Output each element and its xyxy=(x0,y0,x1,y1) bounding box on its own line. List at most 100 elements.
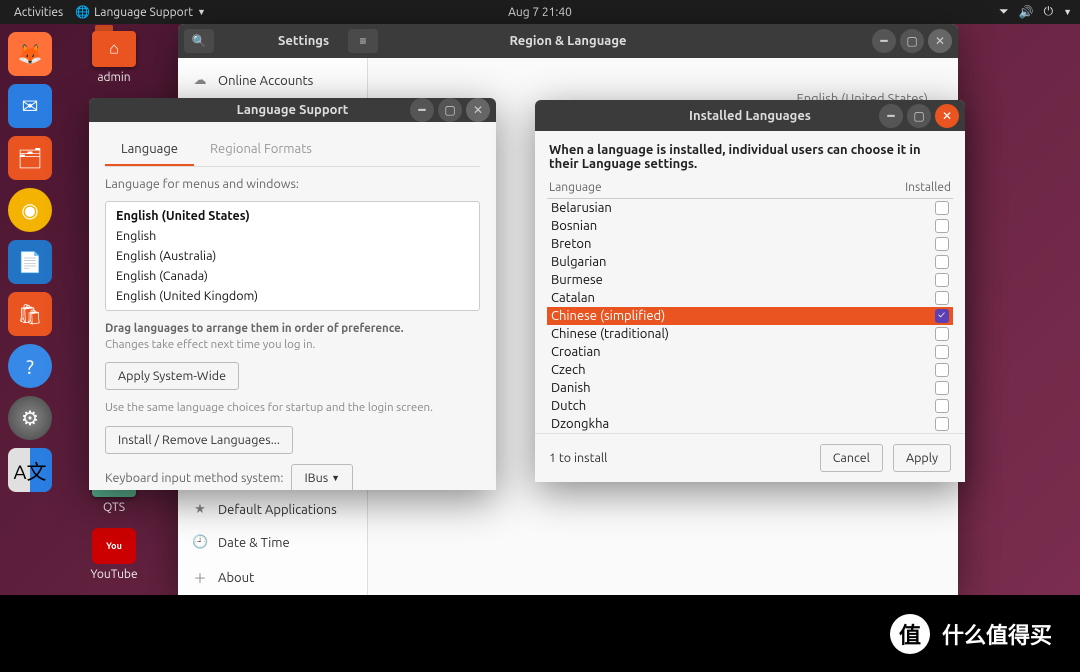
app-indicator[interactable]: 🌐 Language Support ▼ xyxy=(69,5,212,19)
thunderbird-icon[interactable]: ✉ xyxy=(8,84,52,128)
ime-select[interactable]: IBus ▼ xyxy=(291,464,353,490)
installed-checkbox[interactable] xyxy=(935,219,949,233)
firefox-icon[interactable]: 🦊 xyxy=(8,32,52,76)
language-name: Danish xyxy=(551,381,591,395)
installed-checkbox[interactable] xyxy=(935,327,949,341)
language-name: Dzongkha xyxy=(551,417,609,431)
clock[interactable]: Aug 7 21:40 xyxy=(508,6,572,19)
region-title: Region & Language xyxy=(509,34,626,48)
sidebar-item-label: Date & Time xyxy=(218,536,290,550)
language-name: Chinese (simplified) xyxy=(551,309,665,323)
search-icon[interactable]: 🔍 xyxy=(184,29,214,53)
system-menu-chevron-icon[interactable]: ▼ xyxy=(1063,7,1072,17)
table-row[interactable]: Czech xyxy=(547,361,953,379)
table-row[interactable]: Catalan xyxy=(547,289,953,307)
libreoffice-icon[interactable]: 📄 xyxy=(8,240,52,284)
youtube-label: YouTube xyxy=(79,568,149,581)
description-label: When a language is installed, individual… xyxy=(535,131,965,177)
list-item[interactable]: English (United Kingdom) xyxy=(106,286,479,306)
installed-checkbox[interactable] xyxy=(935,417,949,431)
sidebar-icon: 🕘 xyxy=(192,535,208,550)
installed-checkbox[interactable] xyxy=(935,363,949,377)
language-name: Breton xyxy=(551,237,591,251)
language-icon[interactable]: A文 xyxy=(8,448,52,492)
installed-checkbox[interactable] xyxy=(935,237,949,251)
sidebar-item-online-accounts[interactable]: ☁Online Accounts xyxy=(178,64,367,97)
language-name: Burmese xyxy=(551,273,603,287)
language-name: Dutch xyxy=(551,399,586,413)
sidebar-icon: ＋ xyxy=(192,568,208,587)
power-icon[interactable]: ⏻ xyxy=(1044,5,1054,19)
close-button[interactable]: ✕ xyxy=(466,98,490,122)
minimize-button[interactable]: ━ xyxy=(872,29,896,53)
qts-label: QTS xyxy=(79,501,149,514)
installed-checkbox[interactable] xyxy=(935,345,949,359)
table-row[interactable]: Chinese (simplified) xyxy=(547,307,953,325)
languages-table: Language Installed BelarusianBosnianBret… xyxy=(535,177,965,433)
language-name: Czech xyxy=(551,363,586,377)
installed-checkbox[interactable] xyxy=(935,201,949,215)
language-support-titlebar[interactable]: Language Support ━ ▢ ✕ xyxy=(89,98,496,122)
close-button[interactable]: ✕ xyxy=(935,104,959,128)
youtube-icon: You xyxy=(92,528,136,564)
folder-label: admin xyxy=(79,71,149,84)
language-order-list[interactable]: English (United States)EnglishEnglish (A… xyxy=(105,201,480,311)
sidebar-item-date-time[interactable]: 🕘 Date & Time xyxy=(178,526,367,559)
apply-button[interactable]: Apply xyxy=(893,444,951,472)
gear-icon[interactable]: ⚙ xyxy=(8,396,52,440)
table-row[interactable]: Belarusian xyxy=(547,199,953,217)
minimize-button[interactable]: ━ xyxy=(879,104,903,128)
installed-checkbox[interactable] xyxy=(935,273,949,287)
close-button[interactable]: ✕ xyxy=(928,29,952,53)
maximize-button[interactable]: ▢ xyxy=(438,98,462,122)
list-item[interactable]: English (Canada) xyxy=(106,266,479,286)
minimize-button[interactable]: ━ xyxy=(410,98,434,122)
files-icon[interactable]: 🗂 xyxy=(8,136,52,180)
watermark-text: 什么值得买 xyxy=(942,618,1052,650)
settings-titlebar[interactable]: 🔍 Settings ≡ Region & Language ━ ▢ ✕ xyxy=(178,24,958,58)
installed-checkbox[interactable] xyxy=(935,381,949,395)
list-item[interactable]: English (United States) xyxy=(106,206,479,226)
help-icon[interactable]: ? xyxy=(8,344,52,388)
table-row[interactable]: Burmese xyxy=(547,271,953,289)
installed-checkbox[interactable] xyxy=(935,255,949,269)
install-status: 1 to install xyxy=(549,451,607,465)
tab-regional-formats[interactable]: Regional Formats xyxy=(194,134,328,166)
rhythmbox-icon[interactable]: ◉ xyxy=(8,188,52,232)
list-item[interactable]: English xyxy=(106,226,479,246)
table-row[interactable]: Bosnian xyxy=(547,217,953,235)
table-row[interactable]: Breton xyxy=(547,235,953,253)
language-support-window: Language Support ━ ▢ ✕ Language Regional… xyxy=(89,98,496,490)
network-icon[interactable]: ⏷ xyxy=(999,5,1009,19)
cancel-button[interactable]: Cancel xyxy=(820,444,883,472)
table-row[interactable]: Chinese (traditional) xyxy=(547,325,953,343)
tab-language[interactable]: Language xyxy=(105,134,194,166)
sidebar-item-default-applications[interactable]: ★Default Applications xyxy=(178,493,367,526)
sidebar-item-about[interactable]: ＋About xyxy=(178,559,367,595)
maximize-button[interactable]: ▢ xyxy=(900,29,924,53)
table-row[interactable]: Dzongkha xyxy=(547,415,953,433)
heading-label: Language for menus and windows: xyxy=(105,177,480,191)
maximize-button[interactable]: ▢ xyxy=(907,104,931,128)
language-name: Bulgarian xyxy=(551,255,606,269)
hamburger-icon[interactable]: ≡ xyxy=(348,29,378,53)
col-language: Language xyxy=(549,181,602,194)
table-row[interactable]: Dutch xyxy=(547,397,953,415)
installed-checkbox[interactable] xyxy=(935,309,949,323)
activities-button[interactable]: Activities xyxy=(8,6,69,19)
table-row[interactable]: Danish xyxy=(547,379,953,397)
installed-checkbox[interactable] xyxy=(935,399,949,413)
list-item[interactable]: English (Australia) xyxy=(106,246,479,266)
installed-languages-titlebar[interactable]: Installed Languages ━ ▢ ✕ xyxy=(535,100,965,131)
table-row[interactable]: Croatian xyxy=(547,343,953,361)
software-icon[interactable]: 🛍 xyxy=(8,292,52,336)
desktop-folder-admin[interactable]: ⌂ admin xyxy=(79,31,149,84)
volume-icon[interactable]: 🔊 xyxy=(1019,5,1034,19)
apply-system-wide-button[interactable]: Apply System-Wide xyxy=(105,362,239,390)
language-name: Chinese (traditional) xyxy=(551,327,669,341)
installed-checkbox[interactable] xyxy=(935,291,949,305)
install-remove-button[interactable]: Install / Remove Languages... xyxy=(105,426,293,454)
desktop-youtube[interactable]: You YouTube xyxy=(79,528,149,581)
top-bar: Activities 🌐 Language Support ▼ Aug 7 21… xyxy=(0,0,1080,24)
table-row[interactable]: Bulgarian xyxy=(547,253,953,271)
